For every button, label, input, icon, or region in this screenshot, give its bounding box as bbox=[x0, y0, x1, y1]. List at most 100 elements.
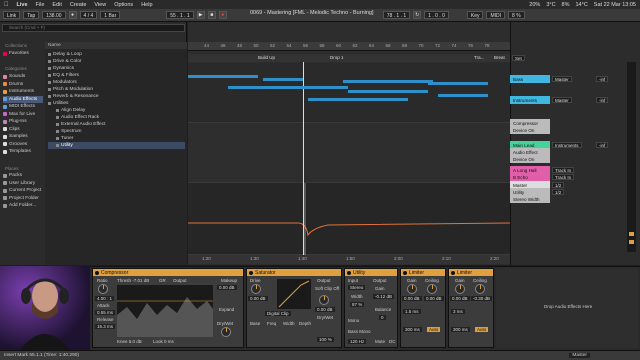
clip-note[interactable] bbox=[188, 75, 258, 78]
limiter-2-device[interactable]: Limiter Gain Ceiling 0.00 dB -0.30 dB 3 … bbox=[448, 268, 494, 348]
mute-toggle[interactable]: Mute bbox=[375, 339, 385, 344]
loop-icon[interactable]: ↻ bbox=[413, 11, 422, 19]
menu-help[interactable]: Help bbox=[141, 2, 152, 8]
playhead[interactable] bbox=[303, 62, 304, 255]
limiter-2-release[interactable]: 300 ms bbox=[451, 327, 470, 332]
output-routing-select[interactable]: Instruments bbox=[552, 142, 582, 148]
list-item[interactable]: Utility bbox=[48, 142, 185, 149]
list-item[interactable]: Tuner bbox=[48, 135, 185, 142]
release-value[interactable]: 15.3 ms bbox=[95, 324, 116, 329]
ratio-knob[interactable] bbox=[98, 284, 108, 294]
output-routing-select[interactable]: Master bbox=[552, 97, 572, 103]
limiter-2-lookahead[interactable]: 3 ms bbox=[451, 309, 465, 314]
limiter-1-release[interactable]: 300 ms bbox=[403, 327, 422, 332]
name-column-header[interactable]: Name bbox=[45, 42, 187, 49]
record-icon[interactable]: ● bbox=[218, 11, 227, 19]
locator-marker[interactable]: Drop 1 bbox=[330, 55, 344, 60]
sidebar-item-audio-effects[interactable]: Audio Effects bbox=[3, 95, 43, 103]
midi-map-button[interactable]: MIDI bbox=[486, 11, 506, 19]
list-item[interactable]: EQ & Filters bbox=[48, 72, 185, 79]
track-header-instruments[interactable]: Instruments bbox=[510, 96, 550, 104]
list-item[interactable]: Utilities bbox=[48, 100, 185, 107]
stereo-mode-select[interactable]: Stereo bbox=[348, 285, 366, 290]
drive-value[interactable]: 0.00 dB bbox=[248, 296, 268, 301]
saturator-output-knob[interactable] bbox=[319, 295, 329, 305]
drive-knob[interactable] bbox=[251, 284, 261, 294]
list-item[interactable]: Pitch & Modulation bbox=[48, 86, 185, 93]
sidebar-item-drums[interactable]: Drums bbox=[3, 81, 43, 88]
output-routing-select[interactable]: Track In bbox=[552, 174, 575, 180]
sidebar-item-max-for-live[interactable]: Max for Live bbox=[3, 111, 43, 118]
limiter-1-auto-button[interactable]: Auto bbox=[427, 327, 441, 332]
utility-gain-value[interactable]: -0.12 dB bbox=[373, 294, 395, 299]
sidebar-item-instruments[interactable]: Instruments bbox=[3, 88, 43, 95]
ratio-value[interactable]: 4.00 : 1 bbox=[95, 296, 115, 301]
limiter-2-auto-button[interactable]: Auto bbox=[475, 327, 489, 332]
width-value[interactable]: 87 % bbox=[350, 302, 365, 307]
track-lane-bass[interactable] bbox=[188, 63, 510, 123]
lookahead-readout[interactable]: Look 0 ms bbox=[153, 339, 174, 344]
automation-curve[interactable] bbox=[188, 183, 511, 255]
menu-create[interactable]: Create bbox=[70, 2, 87, 8]
sidebar-item-grooves[interactable]: Grooves bbox=[3, 141, 43, 148]
sidebar-item-clips[interactable]: Clips bbox=[3, 126, 43, 133]
drywet-knob[interactable] bbox=[221, 327, 231, 337]
saturator-type-select[interactable]: Digital Clip bbox=[265, 311, 291, 316]
list-item[interactable]: Spectrum bbox=[48, 128, 185, 135]
menu-edit[interactable]: Edit bbox=[52, 2, 61, 8]
track-header-device-on[interactable]: Device On bbox=[510, 126, 550, 134]
list-item[interactable]: Dynamics bbox=[48, 65, 185, 72]
clip-note[interactable] bbox=[348, 90, 428, 93]
track-volume[interactable]: -inf bbox=[596, 97, 609, 103]
track-header-device-on[interactable]: Device On bbox=[510, 155, 550, 163]
utility-device[interactable]: Utility Input Output Stereo Width 87 % M… bbox=[344, 268, 398, 348]
list-item[interactable]: Drive & Color bbox=[48, 58, 185, 65]
power-icon[interactable] bbox=[347, 270, 351, 275]
song-position[interactable]: 55 . 1 . 1 bbox=[166, 11, 194, 19]
place-item-add-folder-[interactable]: Add Folder... bbox=[3, 202, 43, 209]
output-routing-select[interactable]: 1/2 bbox=[552, 189, 565, 195]
apple-icon[interactable]:  bbox=[4, 2, 9, 8]
track-volume[interactable]: -inf bbox=[596, 142, 609, 148]
device-drop-zone[interactable]: Drop Audio Effects Here bbox=[496, 268, 638, 348]
sidebar-item-sounds[interactable]: Sounds bbox=[3, 73, 43, 80]
power-icon[interactable] bbox=[249, 270, 253, 275]
track-volume[interactable]: -inf bbox=[596, 76, 609, 82]
list-item[interactable]: Reverb & Resonance bbox=[48, 93, 185, 100]
limiter-1-device[interactable]: Limiter Gain Ceiling 0.00 dB 0.00 dB 1.5… bbox=[400, 268, 446, 348]
list-item[interactable]: Modulators bbox=[48, 79, 185, 86]
track-header-b-echo[interactable]: B Echo bbox=[510, 173, 550, 181]
power-icon[interactable] bbox=[403, 270, 407, 275]
locator-lane[interactable]: Build Up Drop 1 Tra... Breat bbox=[188, 54, 510, 62]
quantize-select[interactable]: 1 Bar bbox=[100, 11, 121, 19]
softclip-toggle[interactable]: Soft Clip Off bbox=[315, 286, 339, 291]
balance-value[interactable]: 0 bbox=[379, 315, 386, 320]
place-item-packs[interactable]: Packs bbox=[3, 172, 43, 179]
limiter-1-gain-knob[interactable] bbox=[407, 284, 417, 294]
clip-note[interactable] bbox=[343, 80, 433, 83]
sidebar-item-favorites[interactable]: Favorites bbox=[3, 50, 43, 57]
limiter-2-ceiling-knob[interactable] bbox=[475, 284, 485, 294]
place-item-current-project[interactable]: Current Project bbox=[3, 187, 43, 194]
limiter-2-header[interactable]: Limiter bbox=[449, 269, 493, 276]
loop-start[interactable]: 78 . 1 . 1 bbox=[382, 11, 411, 19]
clip-note[interactable] bbox=[263, 78, 303, 81]
bass-mono-freq[interactable]: 120 Hz bbox=[348, 339, 367, 344]
track-header-stereo-width[interactable]: Stereo Width bbox=[510, 195, 550, 203]
limiter-1-gain-value[interactable]: 0.00 dB bbox=[402, 296, 422, 301]
time-ruler[interactable]: 1:20 1:30 1:40 1:50 2:00 2:10 2:20 bbox=[188, 255, 510, 264]
track-header-bass[interactable]: Bass bbox=[510, 75, 550, 83]
locator-marker[interactable]: Tra... bbox=[474, 55, 484, 60]
saturator-device[interactable]: Saturator Drive 0.00 dB Digital Clip Out… bbox=[246, 268, 342, 348]
track-lane-instruments[interactable] bbox=[188, 123, 510, 183]
expand-button[interactable]: Expand bbox=[219, 307, 234, 312]
limiter-1-ceiling-knob[interactable] bbox=[427, 284, 437, 294]
tempo-field[interactable]: 138.00 bbox=[42, 11, 66, 19]
loop-length[interactable]: 1 . 0 . 0 bbox=[424, 11, 449, 19]
menu-app[interactable]: Live bbox=[17, 2, 28, 8]
menu-file[interactable]: File bbox=[36, 2, 45, 8]
mono-toggle[interactable]: Mono bbox=[348, 318, 359, 323]
menu-options[interactable]: Options bbox=[114, 2, 133, 8]
clip-note[interactable] bbox=[438, 94, 488, 97]
clip-note[interactable] bbox=[428, 82, 488, 85]
